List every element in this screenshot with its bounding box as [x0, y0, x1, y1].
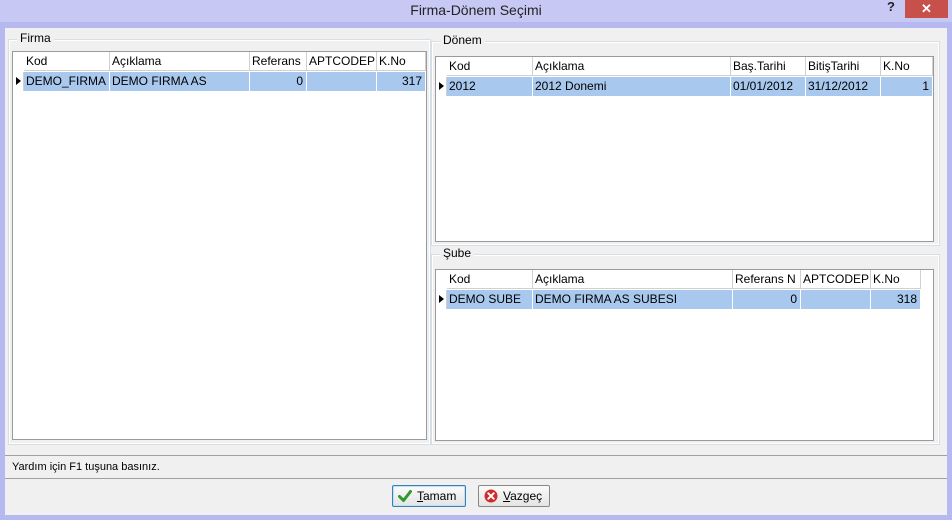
cell-kod: 2012	[447, 77, 533, 96]
column-header-aptcodep[interactable]: APTCODEP	[801, 270, 871, 289]
cell-referans: 0	[733, 290, 801, 309]
help-button[interactable]: ?	[884, 0, 898, 15]
donem-grid[interactable]: Kod Açıklama Baş.Tarihi BitişTarihi K.No…	[435, 56, 934, 242]
firma-group-label: Firma	[17, 31, 54, 45]
cell-aciklama: DEMO FIRMA AS SUBESI	[533, 290, 733, 309]
cell-kno: 1	[881, 77, 933, 96]
cell-aptcodep	[801, 290, 871, 309]
cell-bas-tarihi: 01/01/2012	[731, 77, 806, 96]
donem-group: Dönem Kod Açıklama Baş.Tarihi BitişTarih…	[431, 33, 940, 246]
cell-aciklama: 2012 Donemi	[533, 77, 731, 96]
close-button[interactable]: ✕	[905, 0, 948, 18]
column-header-aciklama[interactable]: Açıklama	[110, 52, 250, 71]
ok-button-label: Tamam	[417, 489, 457, 503]
donem-group-label: Dönem	[440, 33, 485, 47]
column-header-aciklama[interactable]: Açıklama	[533, 57, 731, 76]
firma-grid[interactable]: Kod Açıklama Referans APTCODEP K.No DEMO…	[12, 51, 427, 440]
status-bar: Yardım için F1 tuşuna basınız.	[5, 455, 947, 479]
title-bar: Firma-Dönem Seçimi ? ✕	[0, 0, 952, 22]
table-row[interactable]: DEMO_FIRMA DEMO FIRMA AS 0 317	[13, 72, 426, 91]
cell-kno: 318	[871, 290, 921, 309]
column-header-kno[interactable]: K.No	[881, 57, 933, 76]
cell-kod: DEMO SUBE	[447, 290, 533, 309]
status-text: Yardım için F1 tuşuna basınız.	[12, 461, 160, 473]
firma-group: Firma Kod Açıklama Referans APTCODEP K.N…	[8, 31, 431, 445]
column-header-aciklama[interactable]: Açıklama	[533, 270, 733, 289]
sube-grid[interactable]: Kod Açıklama Referans N APTCODEP K.No DE…	[435, 269, 934, 441]
checkmark-icon	[398, 490, 412, 502]
column-header-kod[interactable]: Kod	[447, 270, 533, 289]
cell-referans: 0	[250, 72, 307, 91]
column-header-kod[interactable]: Kod	[447, 57, 533, 76]
column-header-aptcodep[interactable]: APTCODEP	[307, 52, 377, 71]
sube-group-label: Şube	[440, 246, 475, 260]
cell-aciklama: DEMO FIRMA AS	[110, 72, 250, 91]
column-header-kno[interactable]: K.No	[377, 52, 426, 71]
cell-bitis-tarihi: 31/12/2012	[806, 77, 881, 96]
column-header-bas-tarihi[interactable]: Baş.Tarihi	[731, 57, 806, 76]
cell-aptcodep	[307, 72, 377, 91]
cancel-button-label: Vazgeç	[503, 489, 543, 503]
column-header-kod[interactable]: Kod	[24, 52, 110, 71]
row-indicator-icon	[436, 290, 447, 309]
table-row[interactable]: DEMO SUBE DEMO FIRMA AS SUBESI 0 318	[436, 290, 921, 309]
column-header-referans[interactable]: Referans	[250, 52, 307, 71]
row-indicator-icon	[13, 72, 24, 91]
cell-kno: 317	[377, 72, 426, 91]
ok-button[interactable]: Tamam	[392, 485, 466, 507]
sube-group: Şube Kod Açıklama Referans N APTCODEP K.…	[431, 246, 940, 445]
cancel-button[interactable]: Vazgeç	[478, 485, 550, 507]
table-row[interactable]: 2012 2012 Donemi 01/01/2012 31/12/2012 1	[436, 77, 933, 96]
cancel-icon	[484, 489, 498, 503]
cell-kod: DEMO_FIRMA	[24, 72, 110, 91]
column-header-bitis-tarihi[interactable]: BitişTarihi	[806, 57, 881, 76]
close-icon: ✕	[921, 1, 932, 16]
window-title: Firma-Dönem Seçimi	[410, 2, 542, 18]
dialog-body: Firma Kod Açıklama Referans APTCODEP K.N…	[5, 28, 947, 515]
column-header-kno[interactable]: K.No	[871, 270, 921, 289]
column-header-referans[interactable]: Referans N	[733, 270, 801, 289]
row-indicator-icon	[436, 77, 447, 96]
